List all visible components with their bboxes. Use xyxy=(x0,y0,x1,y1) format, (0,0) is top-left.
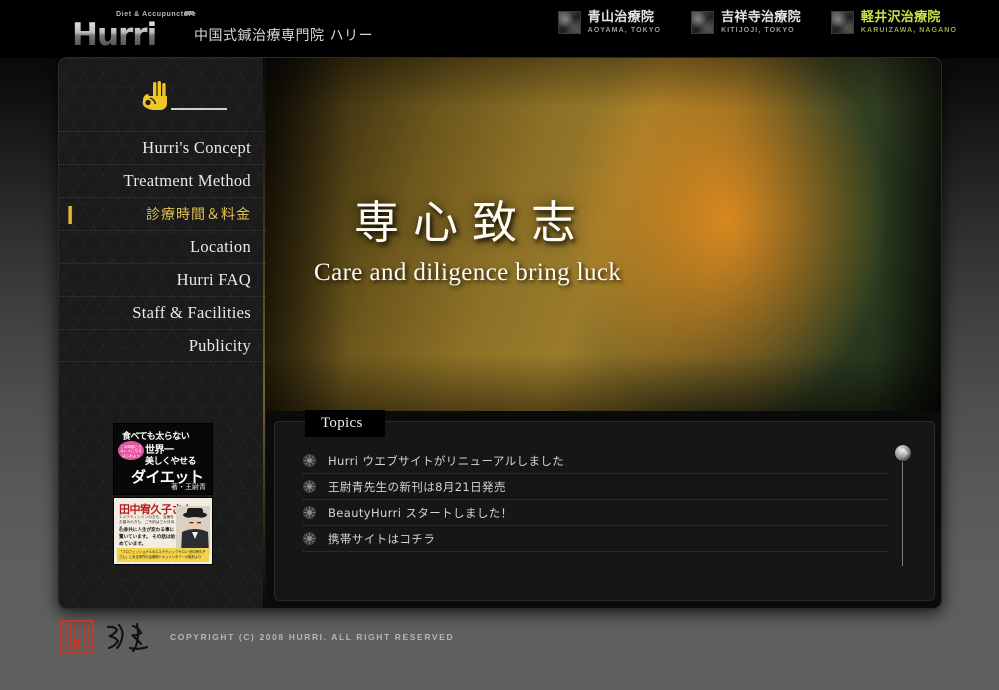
scrollbar-track[interactable] xyxy=(902,450,903,566)
topic-item[interactable]: Hurri ウエブサイトがリニューアルしました xyxy=(303,448,888,474)
clinic-link-aoyama[interactable]: 青山治療院 AOYAMA, TOKYO xyxy=(557,10,662,34)
sidebar-banners: 食べても太らない この時期こそ キレイになる はじめよう 世界一 美しくやせる … xyxy=(113,423,213,567)
topics-title-tab: Topics xyxy=(305,410,385,437)
topic-text: BeautyHurri スタートしました！ xyxy=(328,505,513,520)
clinic-name-jp: 軽井沢治療院 xyxy=(860,10,941,25)
sidebar-item-label: Hurri's Concept xyxy=(142,138,251,157)
banner-ad-portrait-icon xyxy=(176,506,210,554)
copyright-text: COPYRIGHT (C) 2008 HURRI. ALL RIGHT RESE… xyxy=(170,632,455,642)
topics-panel: Topics Hurri ウエブサイトがリニューアルしました 王尉青先生の新刊は… xyxy=(274,410,935,601)
topic-text: 携帯サイトはコチラ xyxy=(328,531,436,546)
hero-text-block: 専心致志 Care and diligence bring luck xyxy=(314,186,621,287)
topic-item[interactable]: BeautyHurri スタートしました！ xyxy=(303,500,888,526)
sidebar-item-label: 診療時間＆料金 xyxy=(146,207,251,223)
sidebar-item-label: Hurri FAQ xyxy=(176,270,251,289)
hero-banner: 専心致志 Care and diligence bring luck xyxy=(266,58,941,411)
logo-block: Diet & Accupuncture Hurri xyxy=(72,8,196,53)
clinic-name-en: KITIJOJI, TOKYO xyxy=(721,26,795,34)
site-header: Diet & Accupuncture Hurri 中国式鍼治療専門院 ハリー … xyxy=(0,0,999,58)
banner-book-badge: この時期こそ キレイになる はじめよう xyxy=(118,441,144,460)
sidebar-item-label: Treatment Method xyxy=(123,171,251,190)
banner-book-author: 著・王尉青 xyxy=(171,483,206,491)
hero-headline-cn: 専心致志 xyxy=(354,196,591,249)
topic-text: 王尉青先生の新刊は8月21日発売 xyxy=(328,479,506,494)
sidebar-item-hours-and-fees[interactable]: 診療時間＆料金 xyxy=(59,197,266,230)
hero-headline-en: Care and diligence bring luck xyxy=(314,259,622,286)
sidebar-logo-mark xyxy=(141,80,227,114)
clinic-name-en: AOYAMA, TOKYO xyxy=(587,26,662,34)
topic-item[interactable]: 王尉青先生の新刊は8月21日発売 xyxy=(303,474,888,500)
topic-item[interactable]: 携帯サイトはコチラ xyxy=(303,526,888,552)
scrollbar-thumb[interactable] xyxy=(894,444,912,462)
topics-list: Hurri ウエブサイトがリニューアルしました 王尉青先生の新刊は8月21日発売 xyxy=(303,448,888,552)
logo-wordmark: Hurri xyxy=(72,17,157,53)
content-area: 専心致志 Care and diligence bring luck Topic… xyxy=(266,58,941,608)
clinic-links: 青山治療院 AOYAMA, TOKYO 吉祥寺治療院 KITIJOJI, TOK… xyxy=(557,10,957,34)
sidebar-item-treatment-method[interactable]: Treatment Method xyxy=(59,164,266,197)
sidebar-item-label: Location xyxy=(189,237,251,256)
calligraphy-signature-icon xyxy=(106,622,149,652)
clinic-thumbnail-icon xyxy=(557,11,581,34)
flower-bullet-icon xyxy=(303,506,316,519)
sidebar-item-hurris-concept[interactable]: Hurri's Concept xyxy=(59,131,266,164)
clinic-name-jp: 吉祥寺治療院 xyxy=(721,10,801,25)
banner-book-diet[interactable]: 食べても太らない この時期こそ キレイになる はじめよう 世界一 美しくやせる … xyxy=(113,423,213,495)
ok-hand-icon xyxy=(142,81,167,110)
flower-bullet-icon xyxy=(303,480,316,493)
sidebar-item-hurri-faq[interactable]: Hurri FAQ xyxy=(59,263,266,296)
flower-bullet-icon xyxy=(303,454,316,467)
banner-ad-body: 心身共に人生が変わる事に驚いています。 その話は始めています。 xyxy=(119,528,176,547)
sidebar-logo-rule xyxy=(171,108,227,110)
logo-dash-icon xyxy=(185,11,194,15)
topics-scrollbar[interactable] xyxy=(894,444,912,566)
clinic-link-karuizawa[interactable]: 軽井沢治療院 KARUIZAWA, NAGANO xyxy=(830,10,957,34)
sidebar-item-location[interactable]: Location xyxy=(59,230,266,263)
sidebar-item-label: Staff & Facilities xyxy=(132,303,251,322)
main-panel: Hurri's Concept Treatment Method 診療時間＆料金… xyxy=(58,57,942,609)
clinic-thumbnail-icon xyxy=(830,11,854,34)
sidebar-item-label: Publicity xyxy=(188,335,251,355)
brand-logo[interactable]: Diet & Accupuncture Hurri 中国式鍼治療専門院 ハリー xyxy=(72,8,373,53)
banner-testimonial-ad[interactable]: 田中宥久子さん エステティシャンの方も、治療をお望みの方も、ご予約は三か月待ち。… xyxy=(113,497,213,565)
clinic-name-jp: 青山治療院 xyxy=(587,10,655,25)
clinic-thumbnail-icon xyxy=(691,11,715,34)
sidebar: Hurri's Concept Treatment Method 診療時間＆料金… xyxy=(59,58,266,608)
brand-japanese-title: 中国式鍼治療専門院 ハリー xyxy=(194,28,373,44)
clinic-name-en: KARUIZAWA, NAGANO xyxy=(860,26,957,34)
topic-text: Hurri ウエブサイトがリニューアルしました xyxy=(328,453,565,468)
red-seal-icon xyxy=(60,620,94,654)
banner-ad-footnote: 「プロフェッショナルのエステティックサロン 田中宥久子さん」とある専門の治療院ド… xyxy=(117,548,209,562)
sidebar-item-staff-and-facilities[interactable]: Staff & Facilities xyxy=(59,296,266,329)
site-footer: COPYRIGHT (C) 2008 HURRI. ALL RIGHT RESE… xyxy=(60,620,454,654)
flower-bullet-icon xyxy=(303,532,316,545)
clinic-link-kitijoji[interactable]: 吉祥寺治療院 KITIJOJI, TOKYO xyxy=(691,11,801,34)
sidebar-nav: Hurri's Concept Treatment Method 診療時間＆料金… xyxy=(59,131,266,362)
topics-title: Topics xyxy=(321,415,363,431)
active-marker-icon xyxy=(67,205,73,225)
sidebar-item-publicity[interactable]: Publicity xyxy=(59,329,266,362)
